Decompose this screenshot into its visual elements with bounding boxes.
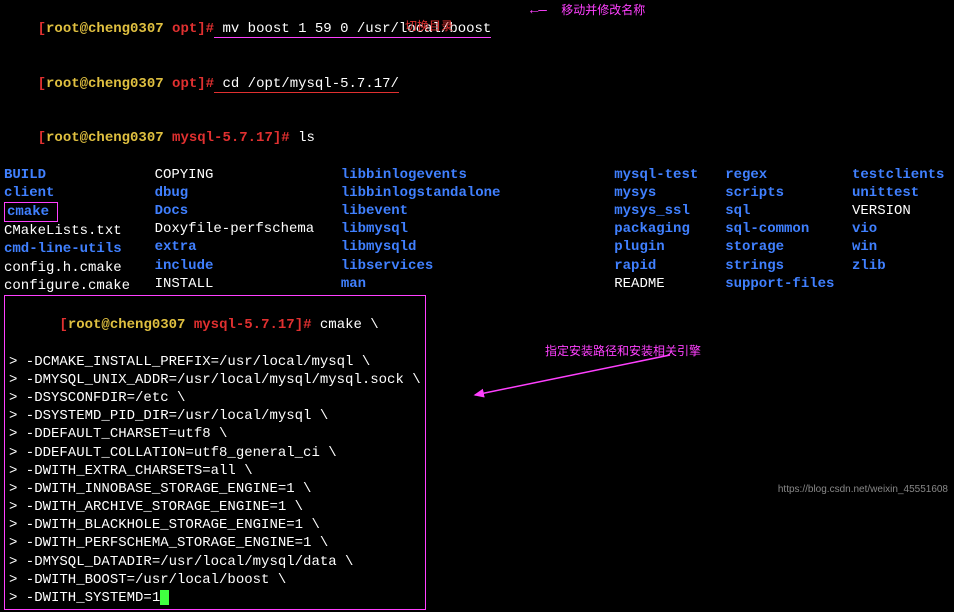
prompt-line-2[interactable]: [root@cheng0307 opt]# cd /opt/mysql-5.7.… <box>4 57 950 112</box>
ls-item: libmysqld <box>341 238 614 256</box>
prompt-line-1[interactable]: [root@cheng0307 opt]# mv boost 1 59 0 /u… <box>4 2 950 57</box>
ls-item: Doxyfile-perfschema <box>155 220 341 238</box>
cmake-command-block: [root@cheng0307 mysql-5.7.17]# cmake \ >… <box>4 295 426 610</box>
cmake-line: > -DDEFAULT_CHARSET=utf8 \ <box>9 425 421 443</box>
arrow-left-icon: ←— <box>530 3 547 19</box>
annotation-3: 指定安装路径和安装相关引擎 <box>545 345 701 361</box>
cmake-line: > -DMYSQL_DATADIR=/usr/local/mysql/data … <box>9 553 421 571</box>
ls-item: VERSION <box>852 202 950 220</box>
ls-item: testclients <box>852 166 950 184</box>
ls-item: regex <box>725 166 852 184</box>
cmake-line: > -DWITH_INNOBASE_STORAGE_ENGINE=1 \ <box>9 480 421 498</box>
prompt-line-3[interactable]: [root@cheng0307 mysql-5.7.17]# ls <box>4 111 950 166</box>
ls-item: mysql-test <box>614 166 725 184</box>
ls-item: Docs <box>155 202 341 220</box>
ls-item: COPYING <box>155 166 341 184</box>
ls-item: config.h.cmake <box>4 259 155 277</box>
annotation-2: 切换目录 <box>405 20 453 36</box>
ls-item: unittest <box>852 184 950 202</box>
cmake-line: > -DSYSTEMD_PID_DIR=/usr/local/mysql \ <box>9 407 421 425</box>
ls-item: configure.cmake <box>4 277 155 295</box>
ls-item: plugin <box>614 238 725 256</box>
prompt-userhost: [ <box>38 21 46 37</box>
cmake-line: > -DWITH_BOOST=/usr/local/boost \ <box>9 571 421 589</box>
ls-item: scripts <box>725 184 852 202</box>
prompt-cwd: opt <box>172 21 197 37</box>
cmake-line: > -DWITH_PERFSCHEMA_STORAGE_ENGINE=1 \ <box>9 534 421 552</box>
ls-item: sql <box>725 202 852 220</box>
ls-item: rapid <box>614 257 725 275</box>
watermark: https://blog.csdn.net/weixin_45551608 <box>778 483 948 496</box>
ls-item: client <box>4 184 155 202</box>
terminal-output: [root@cheng0307 opt]# mv boost 1 59 0 /u… <box>0 0 954 612</box>
command-ls: ls <box>290 130 315 146</box>
ls-item: man <box>341 275 614 293</box>
ls-item: support-files <box>725 275 852 293</box>
ls-item: packaging <box>614 220 725 238</box>
cmake-line: > -DDEFAULT_COLLATION=utf8_general_ci \ <box>9 444 421 462</box>
ls-item: win <box>852 238 950 256</box>
cmake-line: > -DMYSQL_UNIX_ADDR=/usr/local/mysql/mys… <box>9 371 421 389</box>
ls-item: BUILD <box>4 166 155 184</box>
ls-item: CMakeLists.txt <box>4 222 155 240</box>
ls-item: zlib <box>852 257 950 275</box>
cmake-line: > -DWITH_ARCHIVE_STORAGE_ENGINE=1 \ <box>9 498 421 516</box>
cmake-line: > -DSYSCONFDIR=/etc \ <box>9 389 421 407</box>
cmake-line: > -DWITH_EXTRA_CHARSETS=all \ <box>9 462 421 480</box>
command-cmake: cmake \ <box>312 317 379 333</box>
command-cd: cd /opt/mysql-5.7.17/ <box>214 76 399 93</box>
ls-item: libevent <box>341 202 614 220</box>
ls-item: libbinlogevents <box>341 166 614 184</box>
ls-item: cmake <box>4 202 155 222</box>
ls-item: extra <box>155 238 341 256</box>
ls-item: libbinlogstandalone <box>341 184 614 202</box>
ls-item: mysys_ssl <box>614 202 725 220</box>
ls-item: storage <box>725 238 852 256</box>
cmake-line: > -DWITH_BLACKHOLE_STORAGE_ENGINE=1 \ <box>9 516 421 534</box>
ls-item: strings <box>725 257 852 275</box>
ls-item: INSTALL <box>155 275 341 293</box>
ls-output: BUILD client cmake CMakeLists.txt cmd-li… <box>4 166 950 295</box>
ls-item: vio <box>852 220 950 238</box>
ls-item: README <box>614 275 725 293</box>
cmake-line: > -DCMAKE_INSTALL_PREFIX=/usr/local/mysq… <box>9 353 421 371</box>
prompt-userhost: root@cheng0307 <box>46 21 164 37</box>
ls-item: mysys <box>614 184 725 202</box>
ls-item: sql-common <box>725 220 852 238</box>
ls-item: cmd-line-utils <box>4 240 155 258</box>
ls-item: libmysql <box>341 220 614 238</box>
prompt-line-4[interactable]: [root@cheng0307 mysql-5.7.17]# cmake \ <box>9 298 421 353</box>
ls-item: dbug <box>155 184 341 202</box>
ls-item: libservices <box>341 257 614 275</box>
cmake-line: > -DWITH_SYSTEMD=1 <box>9 589 421 607</box>
ls-item: include <box>155 257 341 275</box>
annotation-1: ←— 移动并修改名称 <box>530 2 645 20</box>
cursor <box>160 590 169 605</box>
